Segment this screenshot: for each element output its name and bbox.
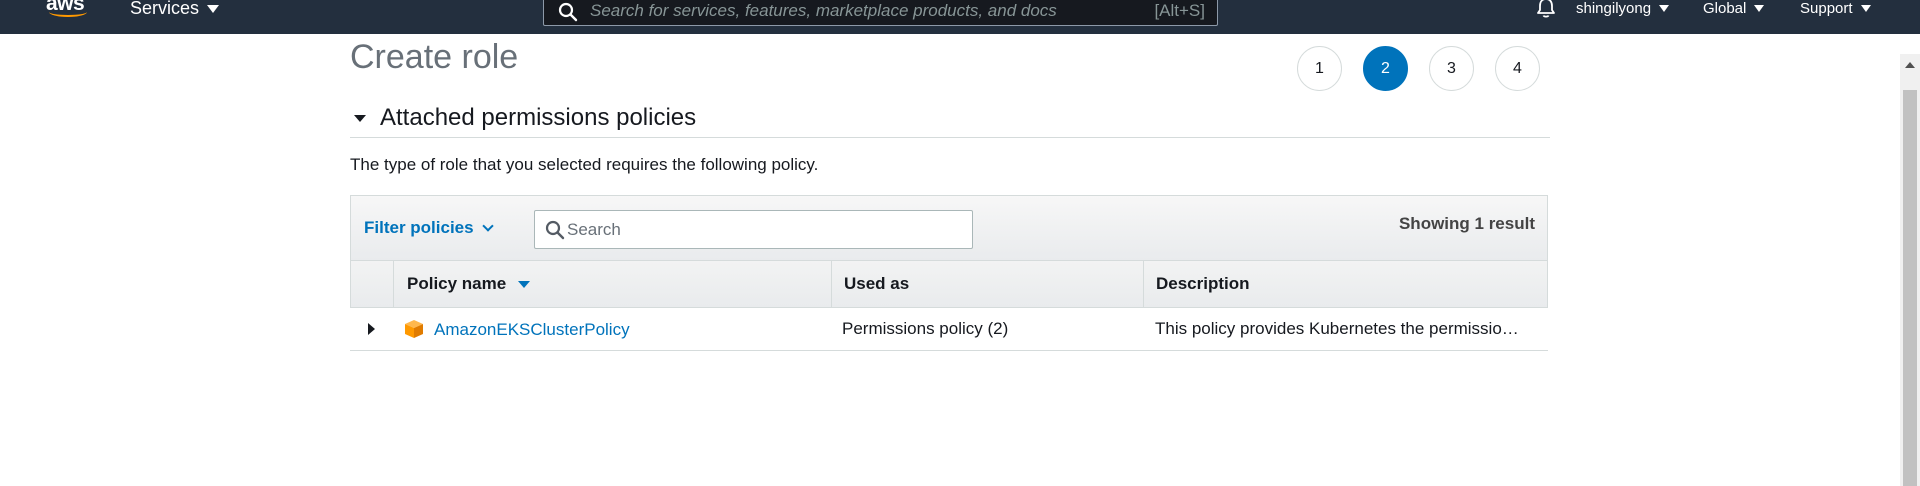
aws-smile-icon [49,7,87,17]
policy-name-cell: AmazonEKSClusterPolicy [393,308,831,350]
used-as-cell: Permissions policy (2) [842,319,1009,338]
caret-down-icon [1659,5,1670,12]
top-navigation-bar: aws Services Search for services, featur… [0,0,1920,34]
support-menu[interactable]: Support [1800,0,1871,17]
search-icon [558,2,578,22]
table-toolbar: Filter policies Showing 1 result [350,195,1548,261]
wizard-step-4[interactable]: 4 [1495,46,1540,91]
description-header-label: Description [1156,274,1250,293]
filter-policies-label: Filter policies [364,218,474,237]
caret-down-icon [1860,5,1871,12]
wizard-step-3[interactable]: 3 [1429,46,1474,91]
vertical-scrollbar[interactable] [1900,54,1920,486]
region-menu[interactable]: Global [1703,0,1765,17]
scrollbar-thumb[interactable] [1903,90,1917,486]
permissions-section-toggle[interactable]: Attached permissions policies [354,104,696,132]
result-count: Showing 1 result [1398,214,1535,233]
wizard-step-1[interactable]: 1 [1297,46,1342,91]
scroll-up-arrow-icon[interactable] [1905,62,1915,68]
search-icon [545,220,565,240]
global-search-box[interactable]: Search for services, features, marketpla… [543,0,1218,26]
filter-policies-button[interactable]: Filter policies [364,218,494,238]
sort-descending-icon [518,280,531,288]
support-label: Support [1800,0,1853,17]
services-label: Services [130,0,200,18]
policy-search-box[interactable] [534,210,973,249]
policy-name-header-label: Policy name [407,274,507,293]
search-shortcut-hint: [Alt+S] [1154,1,1205,20]
caret-right-icon [368,323,375,335]
expand-caret-icon [354,114,366,122]
description-column-header[interactable]: Description [1144,261,1547,307]
page-title: Create role [350,38,519,76]
policy-search-input[interactable] [567,213,967,246]
section-divider [350,137,1550,138]
region-label: Global [1703,0,1747,17]
policy-table: Filter policies Showing 1 result Policy … [350,195,1548,351]
used-as-header-label: Used as [844,274,910,293]
table-row: AmazonEKSClusterPolicy Permissions polic… [350,308,1548,351]
chevron-down-icon [481,220,494,232]
caret-down-icon [207,4,220,13]
table-header-row: Policy name Used as Description [350,261,1548,308]
wizard-step-2-active[interactable]: 2 [1363,46,1408,91]
policy-name-link[interactable]: AmazonEKSClusterPolicy [434,320,630,340]
expand-column-header [351,261,394,307]
services-menu[interactable]: Services [130,0,220,19]
policy-name-column-header[interactable]: Policy name [394,261,832,307]
bell-icon[interactable] [1535,0,1557,20]
section-description: The type of role that you selected requi… [350,155,819,174]
description-text: This policy provides Kubernetes the perm… [1155,319,1519,338]
caret-down-icon [1754,5,1765,12]
account-menu[interactable]: shingilyong [1576,0,1670,17]
aws-logo[interactable]: aws [46,0,90,22]
description-cell: This policy provides Kubernetes the perm… [1143,308,1548,350]
wizard-steps: 1 2 3 4 [1297,46,1540,91]
cube-icon [405,320,423,338]
used-as-column-header[interactable]: Used as [832,261,1144,307]
section-title: Attached permissions policies [380,104,697,131]
account-username: shingilyong [1576,0,1652,17]
row-expand-toggle[interactable] [350,308,393,350]
global-search-placeholder: Search for services, features, marketpla… [590,1,1057,20]
